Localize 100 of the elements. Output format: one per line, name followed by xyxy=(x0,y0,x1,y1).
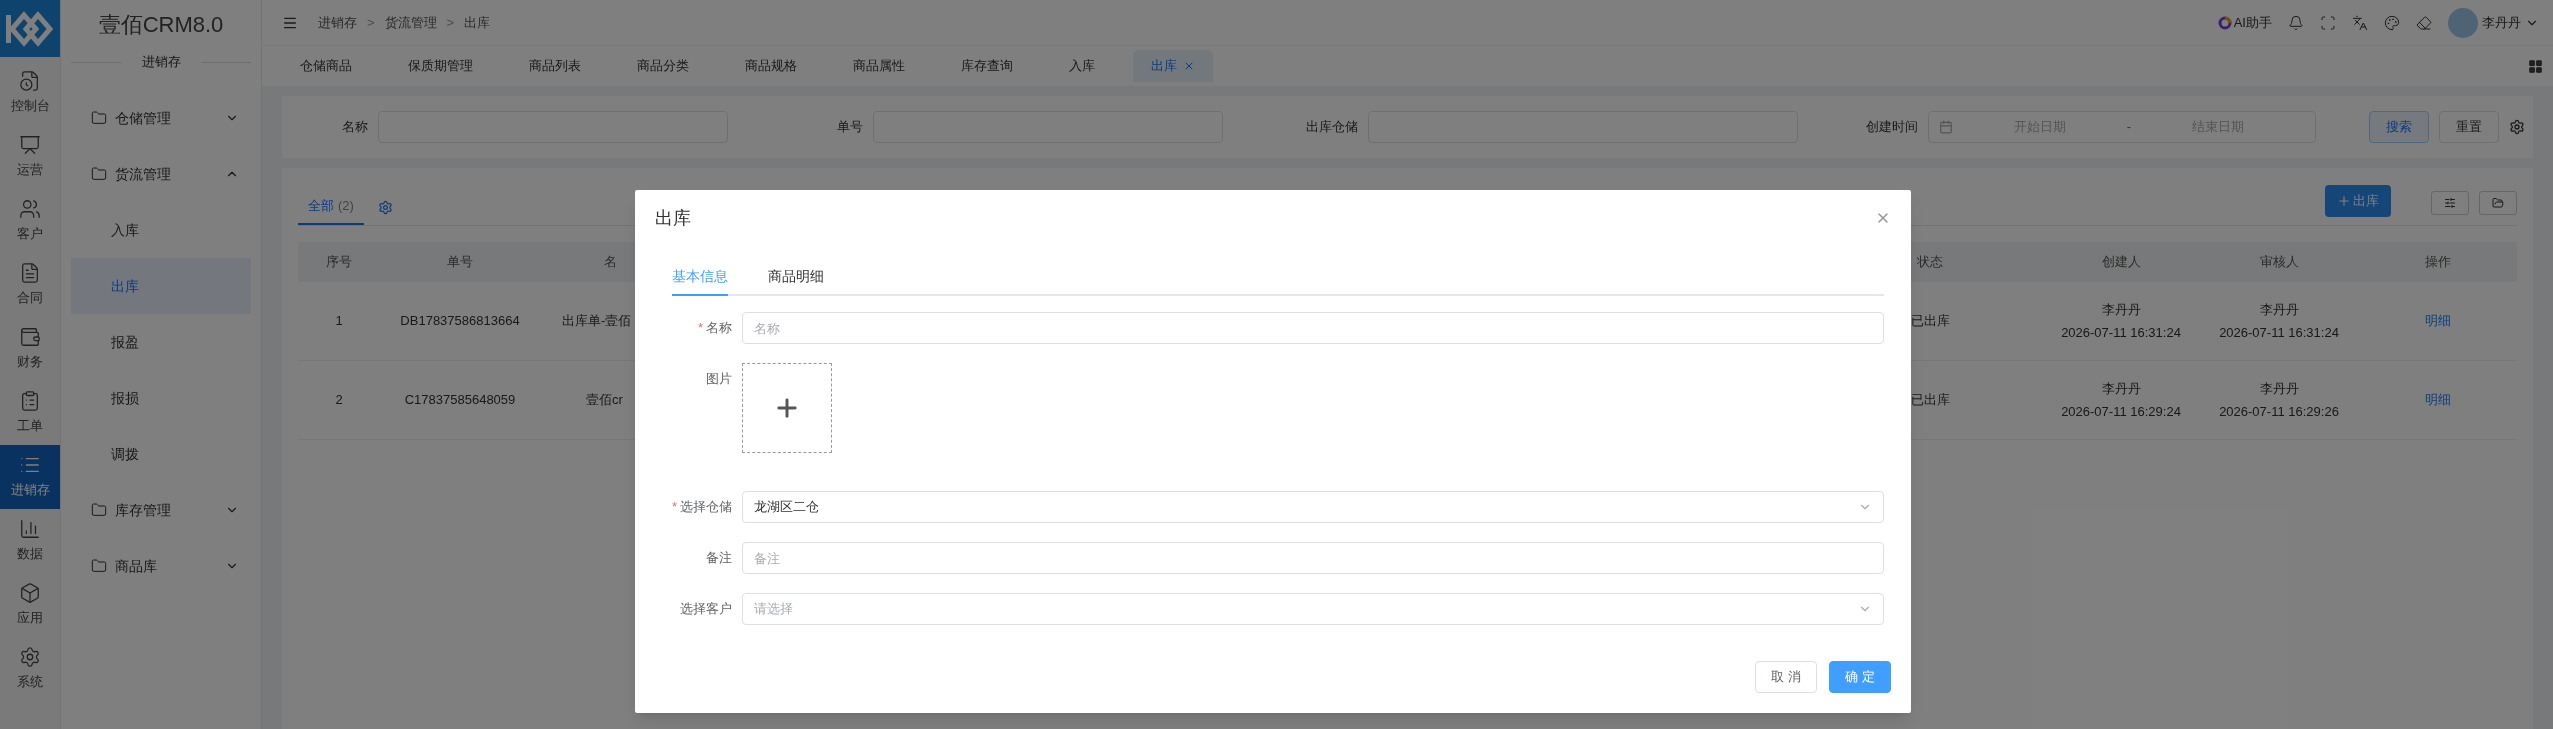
avatar[interactable] xyxy=(2448,7,2478,38)
menu-group[interactable]: 货流管理 xyxy=(61,146,261,202)
rail-item[interactable]: 控制台 xyxy=(0,61,60,125)
field-label: 备注 xyxy=(706,549,732,568)
settings-icon[interactable] xyxy=(377,200,393,215)
menu-item[interactable]: 调拨 xyxy=(71,426,251,482)
document-icon xyxy=(19,262,41,285)
clipboard-icon xyxy=(19,390,41,413)
column-header: 审核人 xyxy=(2259,253,2299,272)
page-tab[interactable]: 商品属性 xyxy=(835,50,923,82)
table-cell-text: 1 xyxy=(335,312,343,331)
created-time: 2026-07-11 16:29:24 xyxy=(2061,403,2181,421)
filter-label: 单号 xyxy=(836,118,864,137)
user-name[interactable]: 李丹丹 xyxy=(2482,12,2521,33)
search-button[interactable]: 搜索 xyxy=(2369,111,2429,143)
rail-item[interactable]: 应用 xyxy=(0,573,60,637)
menu-item[interactable]: 报损 xyxy=(71,370,251,426)
menu-item[interactable]: 出库 xyxy=(71,258,251,314)
page-tab[interactable]: 出库 xyxy=(1133,50,1213,82)
grid-icon[interactable] xyxy=(2528,58,2543,74)
ai-ring-icon xyxy=(2217,15,2232,30)
rail-item[interactable]: 客户 xyxy=(0,189,60,253)
page-tab[interactable]: 入库 xyxy=(1051,50,1113,82)
page-tab[interactable]: 仓储商品 xyxy=(282,50,370,82)
page-tab[interactable]: 商品规格 xyxy=(727,50,815,82)
breadcrumb-separator: > xyxy=(367,13,375,32)
rail-item[interactable]: 财务 xyxy=(0,317,60,381)
table-cell-text: 壹佰cr xyxy=(586,391,623,410)
filter-toggle-button[interactable] xyxy=(2431,191,2469,215)
folder-icon xyxy=(91,166,107,182)
breadcrumb-item[interactable]: 出库 xyxy=(464,12,491,33)
rail-item[interactable]: 进销存 xyxy=(0,445,60,509)
rail-item[interactable]: 运营 xyxy=(0,125,60,189)
reset-button[interactable]: 重置 xyxy=(2439,111,2499,143)
sliders-icon xyxy=(2444,197,2456,209)
ai-assistant-button[interactable]: AI助手 xyxy=(2217,12,2272,33)
breadcrumb-item[interactable]: 进销存 xyxy=(318,12,357,33)
settings-icon[interactable] xyxy=(2509,119,2525,135)
creator-name: 李丹丹 xyxy=(2101,379,2141,398)
folder-icon xyxy=(91,110,107,126)
menu-item[interactable]: 入库 xyxy=(71,202,251,258)
page-tab[interactable]: 商品分类 xyxy=(619,50,707,82)
field-label: 选择客户 xyxy=(680,600,732,619)
text-field[interactable]: 备注 xyxy=(742,542,1884,574)
document-clock-icon xyxy=(19,70,41,93)
close-icon[interactable] xyxy=(1183,60,1195,72)
reviewed-time: 2026-07-11 16:31:24 xyxy=(2219,324,2339,342)
dialog-tab[interactable]: 基本信息 xyxy=(672,258,728,296)
rail-item[interactable]: 系统 xyxy=(0,637,60,701)
menu-group[interactable]: 仓储管理 xyxy=(61,90,261,146)
required-mark: * xyxy=(697,319,703,338)
users-icon xyxy=(19,198,41,221)
image-upload[interactable] xyxy=(742,363,832,453)
column-header: 名 xyxy=(604,253,617,272)
page-tab[interactable]: 保质期管理 xyxy=(390,50,491,82)
rail-item[interactable]: 数据 xyxy=(0,509,60,573)
translate-icon[interactable] xyxy=(2352,14,2368,31)
folder-button[interactable] xyxy=(2479,191,2517,215)
breadcrumb-item[interactable]: 货流管理 xyxy=(384,12,437,33)
table-cell-text: 2 xyxy=(335,391,343,410)
reviewer-name: 李丹丹 xyxy=(2259,300,2299,319)
detail-link[interactable]: 明细 xyxy=(2424,390,2451,410)
list-tab[interactable]: 全部 (2) xyxy=(298,189,364,225)
dialog-tab[interactable]: 商品明细 xyxy=(768,258,824,296)
rail-item[interactable]: 工单 xyxy=(0,381,60,445)
page-tab[interactable]: 库存查询 xyxy=(943,50,1031,82)
folder-icon xyxy=(91,502,107,518)
menu-item[interactable]: 报盈 xyxy=(71,314,251,370)
field-label: 图片 xyxy=(706,370,732,388)
cancel-button[interactable]: 取消 xyxy=(1755,661,1817,693)
text-field[interactable]: 名称 xyxy=(742,312,1884,344)
table-cell-text: 出库单-壹佰 xyxy=(562,312,632,331)
presentation-icon xyxy=(19,134,41,157)
plus-icon xyxy=(2337,194,2351,208)
column-header: 单号 xyxy=(447,253,473,272)
eraser-icon[interactable] xyxy=(2416,14,2432,31)
table-cell-text: DB17837586813664 xyxy=(400,312,520,331)
settings-icon xyxy=(19,646,41,669)
menu-group[interactable]: 商品库 xyxy=(61,538,261,594)
select-field[interactable]: 龙湖区二仓 xyxy=(742,491,1884,523)
app-title: 壹佰CRM8.0 xyxy=(97,10,225,39)
palette-icon[interactable] xyxy=(2384,14,2400,31)
add-button[interactable]: 出库 xyxy=(2325,185,2391,217)
select-field[interactable]: 请选择 xyxy=(742,593,1884,625)
detail-link[interactable]: 明细 xyxy=(2424,311,2451,331)
bell-icon[interactable] xyxy=(2288,14,2304,31)
reviewer-name: 李丹丹 xyxy=(2259,379,2299,398)
column-header: 状态 xyxy=(1917,253,1943,272)
wallet-icon xyxy=(19,326,41,349)
confirm-button[interactable]: 确定 xyxy=(1829,661,1891,693)
fullscreen-icon[interactable] xyxy=(2320,14,2336,31)
folder-icon xyxy=(91,558,107,574)
menu-group[interactable]: 库存管理 xyxy=(61,482,261,538)
breadcrumb-separator: > xyxy=(446,13,455,32)
section-title: 进销存 xyxy=(140,53,182,72)
page-tab[interactable]: 商品列表 xyxy=(511,50,599,82)
column-header: 序号 xyxy=(326,253,352,272)
rail-item[interactable]: 合同 xyxy=(0,253,60,317)
created-time: 2026-07-11 16:31:24 xyxy=(2061,324,2181,342)
table-cell-text: 已出库 xyxy=(1910,312,1950,331)
